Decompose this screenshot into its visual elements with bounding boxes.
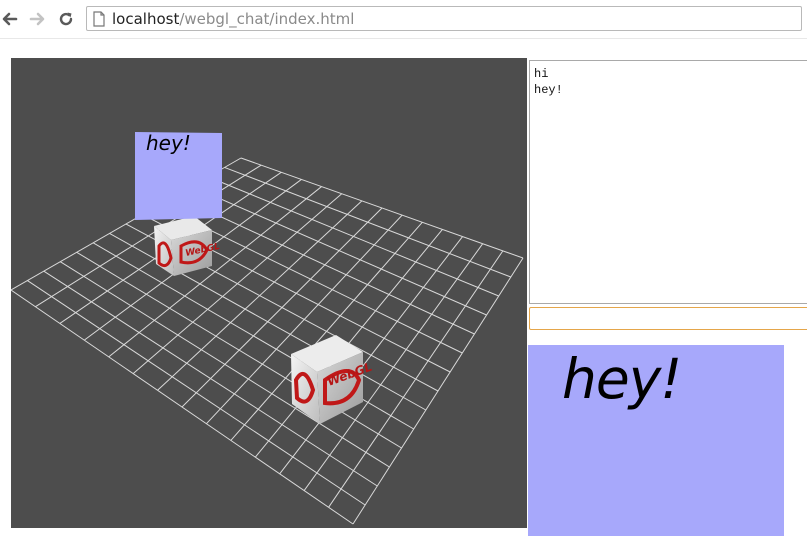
- forward-arrow-icon: [29, 12, 45, 26]
- speech-bubble-preview: hey!: [528, 345, 784, 536]
- reload-button[interactable]: [56, 9, 76, 29]
- cube-back: WebGL: [154, 216, 221, 276]
- browser-toolbar: localhost/webgl_chat/index.html: [0, 0, 807, 39]
- chat-input[interactable]: [529, 307, 807, 330]
- address-bar[interactable]: localhost/webgl_chat/index.html: [86, 6, 802, 31]
- chat-message: hi: [534, 67, 549, 81]
- scene-speech-bubble: hey!: [135, 131, 222, 220]
- chat-message: hey!: [534, 83, 563, 97]
- floor-grid: [11, 157, 524, 525]
- url-path: /webgl_chat/index.html: [179, 9, 355, 28]
- webgl-canvas[interactable]: WebGL hey! WebGL: [11, 58, 527, 528]
- back-arrow-icon: [2, 12, 18, 26]
- reload-icon: [59, 12, 73, 26]
- preview-text: hey!: [562, 347, 682, 411]
- forward-button[interactable]: [27, 9, 47, 29]
- grid-line: [352, 257, 524, 525]
- back-button[interactable]: [0, 9, 20, 29]
- url-host: localhost: [112, 9, 180, 28]
- grid-line: [224, 166, 512, 278]
- chat-log[interactable]: hi hey!: [529, 60, 807, 304]
- page-icon: [93, 10, 105, 27]
- scene-svg: WebGL hey! WebGL: [11, 131, 524, 525]
- scene-bubble-text: hey!: [146, 131, 191, 155]
- url-text: localhost/webgl_chat/index.html: [112, 10, 354, 28]
